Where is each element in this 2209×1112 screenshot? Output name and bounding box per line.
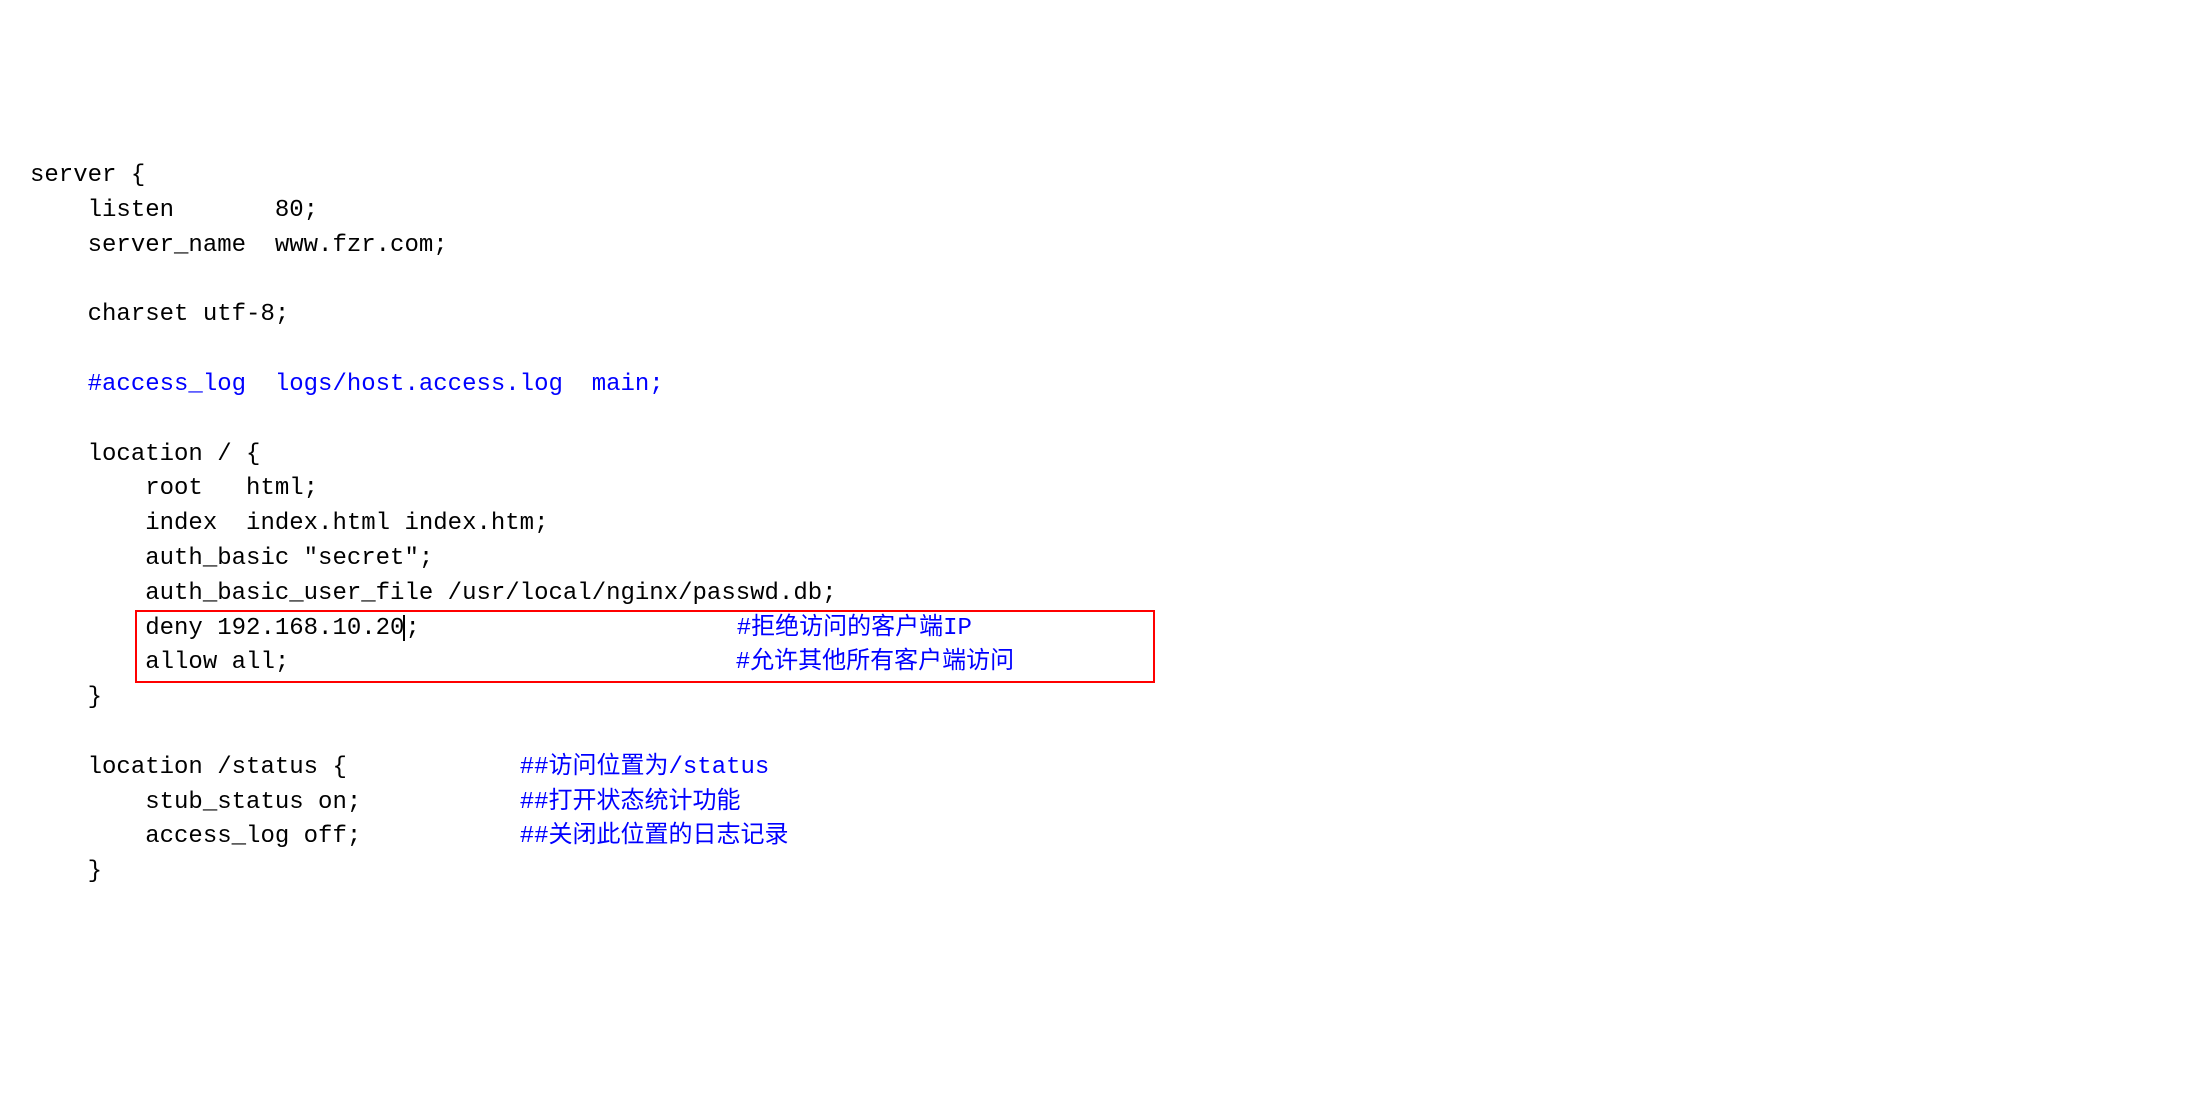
code-line: listen 80; — [30, 194, 2179, 229]
code-line: } — [30, 681, 2179, 716]
code-block: server { listen 80; server_name www.fzr.… — [30, 159, 2179, 890]
code-text: listen 80; — [30, 197, 318, 224]
code-text: root html; — [30, 475, 318, 502]
code-text: location / { — [30, 441, 260, 468]
code-text: server_name www.fzr.com; — [30, 232, 448, 259]
code-text: charset utf-8; — [30, 301, 289, 328]
code-line: location / { — [30, 438, 2179, 473]
code-line — [30, 264, 2179, 299]
code-line: stub_status on; ##打开状态统计功能 — [30, 786, 2179, 821]
code-comment: #允许其他所有客户端访问 — [736, 649, 1014, 676]
code-comment: ##打开状态统计功能 — [520, 789, 741, 816]
code-text: ; — [405, 615, 419, 642]
code-line: auth_basic_user_file /usr/local/nginx/pa… — [30, 577, 2179, 612]
code-text — [30, 371, 88, 398]
code-line: server_name www.fzr.com; — [30, 229, 2179, 264]
code-comment: ##关闭此位置的日志记录 — [520, 823, 789, 850]
code-line — [30, 403, 2179, 438]
code-text: access_log off; — [30, 823, 361, 850]
code-line: location /status { ##访问位置为/status — [30, 751, 2179, 786]
code-line: deny 192.168.10.20; #拒绝访问的客户端IP — [30, 612, 2179, 647]
code-comment: #拒绝访问的客户端IP — [737, 615, 972, 642]
code-text: } — [30, 684, 102, 711]
code-line: root html; — [30, 472, 2179, 507]
code-line: access_log off; ##关闭此位置的日志记录 — [30, 820, 2179, 855]
code-line: index index.html index.htm; — [30, 507, 2179, 542]
code-comment: ##访问位置为/status — [520, 754, 770, 781]
code-line: allow all; #允许其他所有客户端访问 — [30, 646, 2179, 681]
code-line — [30, 716, 2179, 751]
code-line: auth_basic "secret"; — [30, 542, 2179, 577]
code-line: server { — [30, 159, 2179, 194]
code-line — [30, 333, 2179, 368]
code-line: #access_log logs/host.access.log main; — [30, 368, 2179, 403]
code-text: deny 192.168.10.20 — [30, 615, 404, 642]
code-text: } — [30, 858, 102, 885]
code-text: server { — [30, 162, 145, 189]
code-line: } — [30, 855, 2179, 890]
code-line: charset utf-8; — [30, 298, 2179, 333]
code-text: location /status { — [30, 754, 347, 781]
code-text: auth_basic "secret"; — [30, 545, 433, 572]
code-text: stub_status on; — [30, 789, 361, 816]
code-text: index index.html index.htm; — [30, 510, 548, 537]
code-text: auth_basic_user_file /usr/local/nginx/pa… — [30, 580, 837, 607]
code-text: allow all; — [30, 649, 289, 676]
code-comment: #access_log logs/host.access.log main; — [88, 371, 664, 398]
